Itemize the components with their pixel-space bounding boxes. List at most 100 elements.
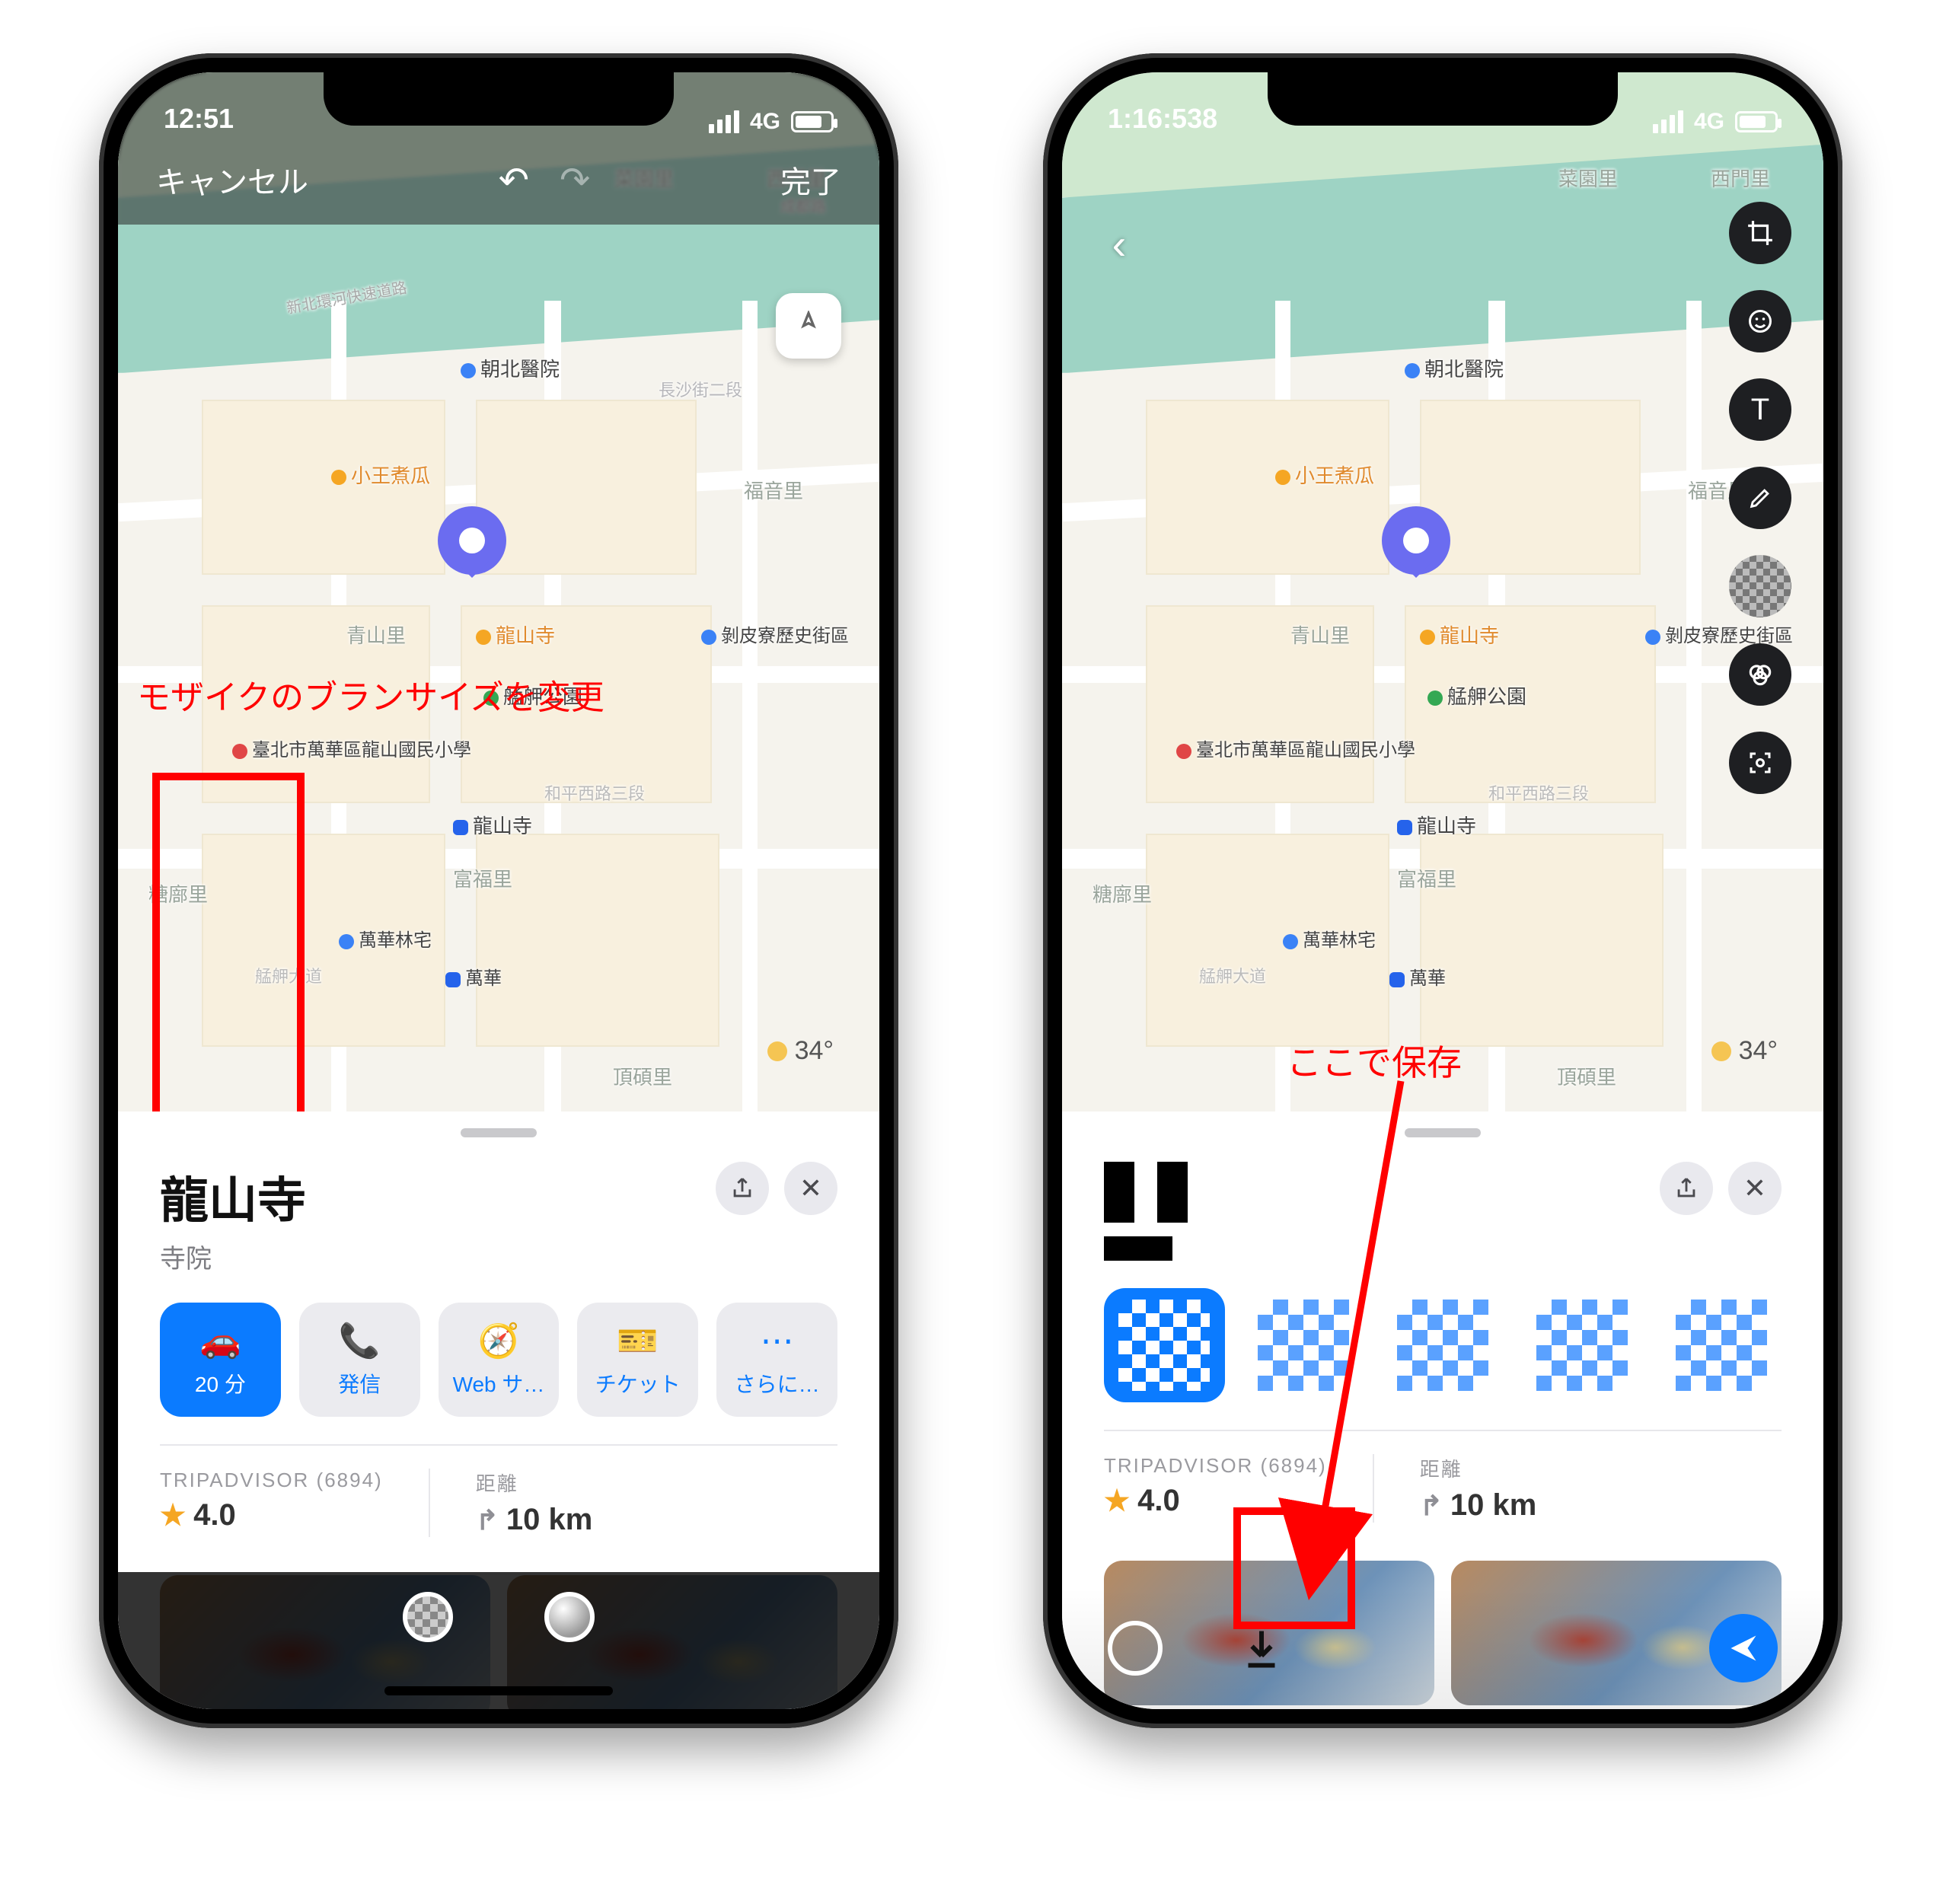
- share-button[interactable]: [716, 1162, 769, 1215]
- annotation-brush-text: モザイクのブランサイズを変更: [137, 670, 604, 719]
- drive-button-masked[interactable]: [1104, 1288, 1225, 1402]
- poi: 艋舺公園: [1427, 681, 1526, 710]
- website-button-masked[interactable]: [1383, 1288, 1504, 1402]
- poi-longshansi: 龍山寺: [476, 620, 555, 649]
- share-bar: [1062, 1587, 1823, 1709]
- download-button[interactable]: [1239, 1625, 1284, 1671]
- annotation-brush-box: [152, 773, 305, 1111]
- send-button[interactable]: [1709, 1614, 1778, 1682]
- call-button[interactable]: 📞 発信: [299, 1303, 420, 1417]
- share-icon: [729, 1175, 755, 1201]
- close-button[interactable]: ✕: [1728, 1162, 1782, 1215]
- emoji-tool[interactable]: [1729, 290, 1791, 352]
- done-button[interactable]: 完了: [780, 158, 841, 202]
- title-block: 龍山寺 寺院: [160, 1162, 306, 1275]
- share-icon: [1673, 1175, 1699, 1201]
- more-button[interactable]: ⋯ さらに…: [716, 1303, 837, 1417]
- poi: 菜園里: [1558, 164, 1618, 192]
- title-block-masked: [1104, 1162, 1256, 1261]
- current-location-pin: [438, 506, 506, 575]
- annotation-save-text: ここで保存: [1287, 1035, 1462, 1086]
- ticket-button-masked[interactable]: [1521, 1288, 1642, 1402]
- poi: 臺北市萬華區龍山國民小學: [1176, 735, 1415, 761]
- sheet-grabber[interactable]: [461, 1128, 537, 1137]
- poi: 青山里: [1290, 620, 1350, 649]
- cancel-button[interactable]: キャンセル: [156, 158, 308, 202]
- mosaic-tool-button[interactable]: [403, 1592, 453, 1642]
- current-location-pin: [1382, 506, 1450, 575]
- screen-right: 1:16:538 4G ‹ T: [1062, 72, 1823, 1709]
- text-tool[interactable]: T: [1729, 378, 1791, 441]
- markup-tool-column: T: [1729, 202, 1791, 794]
- route-icon: ↱: [476, 1504, 499, 1536]
- locate-button[interactable]: [776, 293, 841, 359]
- poi-dingshuo: 頂碩里: [613, 1062, 672, 1090]
- poi: 龍山寺: [1397, 811, 1476, 839]
- poi: 龍山寺: [1420, 620, 1499, 649]
- filter-tool[interactable]: [1729, 643, 1791, 706]
- ticket-icon: 🎫: [617, 1321, 659, 1360]
- signal-icon: [1653, 110, 1683, 133]
- map-canvas[interactable]: 西門里 菜園里 朝北醫院 小王煮瓜 福音里 青山里 龍山寺 剝皮寮歷史街區 艋舺…: [1062, 72, 1823, 1111]
- undo-icon[interactable]: ↶: [499, 159, 529, 202]
- poi-heping: 和平西路三段: [544, 780, 645, 805]
- phone-icon: 📞: [339, 1321, 381, 1360]
- compass-icon: 🧭: [478, 1321, 520, 1360]
- network-type: 4G: [750, 109, 780, 135]
- compass-icon: [793, 311, 824, 341]
- battery-icon: [1735, 111, 1778, 132]
- network-type: 4G: [1694, 109, 1724, 135]
- scan-tool[interactable]: [1729, 732, 1791, 794]
- annotation-save-box: [1233, 1507, 1355, 1629]
- status-time: 12:51: [164, 103, 234, 135]
- undo-redo-group: ↶ ↷: [499, 159, 590, 202]
- poi: 小王煮瓜: [1275, 461, 1374, 489]
- poi: 糖廍里: [1093, 879, 1152, 907]
- ticket-button[interactable]: 🎫 チケット: [577, 1303, 698, 1417]
- poi: 和平西路三段: [1488, 780, 1589, 805]
- info-row: TRIPADVISOR (6894) ★4.0 距離 ↱10 km: [118, 1446, 879, 1560]
- poi-road: 長沙街二段: [659, 377, 742, 401]
- status-right: 4G: [709, 109, 834, 135]
- poi: 萬華林宅: [1283, 925, 1376, 952]
- home-indicator[interactable]: [384, 1686, 613, 1695]
- distance-col: 距離 ↱10 km: [1373, 1454, 1583, 1523]
- weather-chip: 34°: [1711, 1036, 1778, 1066]
- drive-button[interactable]: 🚗 20 分: [160, 1303, 281, 1417]
- poi-xiaowang: 小王煮瓜: [331, 461, 430, 489]
- sheet-grabber[interactable]: [1405, 1128, 1481, 1137]
- status-time: 1:16:538: [1108, 103, 1217, 135]
- map-canvas[interactable]: 西門里 菜園里 成都路 新北環河快速道路 朝北醫院 長沙街二段 小王煮瓜 福音里…: [118, 72, 879, 1111]
- place-subtitle-masked: [1104, 1236, 1172, 1261]
- sun-icon: [767, 1041, 787, 1061]
- mosaic-tool[interactable]: [1729, 555, 1791, 617]
- back-button[interactable]: ‹: [1093, 217, 1146, 270]
- undo-button[interactable]: [1108, 1621, 1163, 1676]
- car-icon: 🚗: [199, 1321, 241, 1360]
- poi: 富福里: [1397, 864, 1456, 892]
- close-button[interactable]: ✕: [784, 1162, 837, 1215]
- sheet-header: ✕: [1062, 1154, 1823, 1261]
- smile-icon: [1746, 308, 1774, 335]
- share-button[interactable]: [1660, 1162, 1713, 1215]
- phone-left: 12:51 4G キャンセル ↶ ↷ 完了: [99, 53, 898, 1728]
- place-title-masked: [1104, 1162, 1256, 1223]
- website-button[interactable]: 🧭 Web サ…: [439, 1303, 560, 1417]
- info-row: TRIPADVISOR (6894) ★4.0 距離 ↱10 km: [1062, 1431, 1823, 1545]
- phone-right: 1:16:538 4G ‹ T: [1043, 53, 1842, 1728]
- blur-tool-button[interactable]: [544, 1592, 595, 1642]
- call-button-masked[interactable]: [1243, 1288, 1364, 1402]
- sheet-header: 龍山寺 寺院 ✕: [118, 1154, 879, 1275]
- more-button-masked[interactable]: [1660, 1288, 1782, 1402]
- filters-icon: [1746, 660, 1775, 689]
- sun-icon: [1711, 1041, 1731, 1061]
- draw-tool[interactable]: [1729, 467, 1791, 529]
- pencil-icon: [1747, 485, 1773, 511]
- star-icon: ★: [160, 1498, 186, 1532]
- poi-school: 臺北市萬華區龍山國民小學: [232, 735, 471, 761]
- poi-fuyin: 福音里: [744, 476, 803, 504]
- crop-tool[interactable]: [1729, 202, 1791, 264]
- more-icon: ⋯: [761, 1322, 794, 1360]
- redo-icon[interactable]: ↷: [560, 159, 590, 202]
- notch: [1268, 72, 1618, 126]
